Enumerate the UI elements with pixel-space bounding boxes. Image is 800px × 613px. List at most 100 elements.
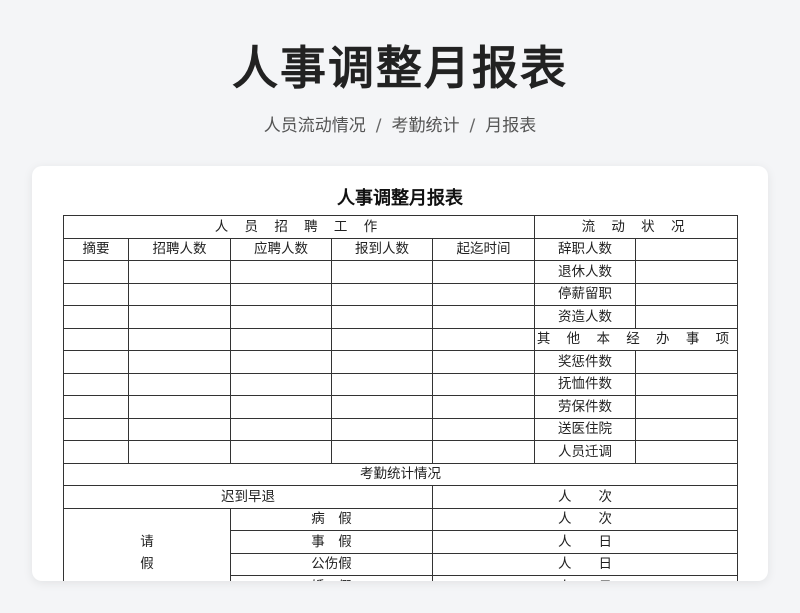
leave-label-char: 请 (140, 534, 154, 550)
table-row: 劳保件数 (63, 395, 739, 419)
table-cell[interactable] (63, 305, 129, 329)
table-cell[interactable] (331, 327, 433, 351)
table-cell[interactable] (635, 417, 739, 441)
table-cell[interactable] (128, 327, 231, 351)
table-cell[interactable] (63, 260, 129, 284)
table-cell[interactable] (431, 395, 536, 419)
flow-header: 流 动 状 况 (534, 215, 739, 239)
table-cell[interactable] (230, 327, 332, 351)
table-cell[interactable] (635, 395, 739, 419)
table-row: 送医住院 (63, 417, 739, 441)
table-cell[interactable] (331, 440, 433, 464)
table-cell[interactable] (230, 282, 332, 306)
leave-type: 公伤假 (230, 552, 433, 576)
table-cell[interactable] (63, 282, 129, 306)
table-row: 抚恤件数 (63, 372, 739, 396)
table-cell[interactable] (635, 260, 739, 284)
table-cell[interactable] (128, 440, 231, 464)
breadcrumb: 人员流动情况 / 考勤统计 / 月报表 (0, 114, 800, 138)
table-cell[interactable] (63, 350, 129, 374)
table-row: 停薪留职 (63, 282, 739, 306)
table-cell[interactable] (635, 350, 739, 374)
other-item-label: 劳保件数 (534, 395, 637, 419)
table-cell[interactable] (128, 417, 231, 441)
table-cell[interactable] (331, 305, 433, 329)
table-cell[interactable] (635, 282, 739, 306)
table-cell[interactable] (331, 260, 433, 284)
other-header: 其 他 本 经 办 事 项 (534, 327, 739, 351)
table-row: 请 假 病 假 人 次 (63, 507, 739, 581)
table-cell[interactable] (635, 305, 739, 329)
report-table: 人 员 招 聘 工 作 流 动 状 况 摘要 招聘人数 应聘人数 报到人数 起迄… (62, 215, 739, 581)
other-item-label: 人员迁调 (534, 440, 637, 464)
table-cell[interactable] (128, 395, 231, 419)
table-cell[interactable] (63, 372, 129, 396)
table-cell[interactable] (128, 350, 231, 374)
leave-label: 请 假 (63, 507, 231, 581)
table-cell[interactable] (331, 372, 433, 396)
breadcrumb-separator: / (469, 116, 476, 136)
table-cell[interactable] (230, 305, 332, 329)
table-cell[interactable] (635, 440, 739, 464)
table-row: 奖惩件数 (63, 350, 739, 374)
page-title: 人事调整月报表 (232, 41, 568, 95)
table-cell[interactable] (431, 372, 536, 396)
table-cell[interactable] (431, 440, 536, 464)
flow-item-label: 辞职人数 (534, 237, 637, 261)
other-item-label: 送医住院 (534, 417, 637, 441)
flow-item-label: 停薪留职 (534, 282, 637, 306)
column-header: 招聘人数 (128, 237, 231, 261)
flow-item-label: 资造人数 (534, 305, 637, 329)
breadcrumb-separator: / (375, 116, 382, 136)
table-cell[interactable] (63, 440, 129, 464)
table-cell[interactable] (230, 417, 332, 441)
flow-item-label: 退休人数 (534, 260, 637, 284)
sheet-title: 人事调整月报表 (337, 188, 463, 209)
table-row: 摘要 招聘人数 应聘人数 报到人数 起迄时间 辞职人数 (63, 237, 739, 261)
table-cell[interactable] (230, 440, 332, 464)
table-cell[interactable] (431, 350, 536, 374)
leave-unit: 人 次 (431, 507, 739, 531)
breadcrumb-item-flow[interactable]: 人员流动情况 (264, 116, 366, 136)
table-cell[interactable] (635, 237, 739, 261)
attendance-header: 考勤统计情况 (62, 462, 739, 486)
table-cell[interactable] (635, 372, 739, 396)
leave-type: 病 假 (230, 507, 433, 531)
breadcrumb-item-monthly[interactable]: 月报表 (485, 116, 536, 136)
breadcrumb-item-attendance[interactable]: 考勤统计 (392, 116, 460, 136)
table-cell[interactable] (431, 305, 536, 329)
table-row: 人 员 招 聘 工 作 流 动 状 况 (62, 215, 739, 239)
column-header: 报到人数 (331, 237, 433, 261)
report-card: 人事调整月报表 人 员 招 聘 工 作 流 动 状 况 摘要 招聘人数 应聘人数… (32, 166, 768, 581)
table-cell[interactable] (63, 395, 129, 419)
table-cell[interactable] (63, 417, 129, 441)
other-item-label: 抚恤件数 (534, 372, 637, 396)
table-row: 考勤统计情况 (62, 462, 739, 486)
leave-type: 婚 假 (230, 575, 433, 581)
table-cell[interactable] (230, 260, 332, 284)
table-cell[interactable] (63, 327, 129, 351)
table-cell[interactable] (431, 282, 536, 306)
table-cell[interactable] (431, 260, 536, 284)
table-cell[interactable] (331, 350, 433, 374)
table-row: 资造人数 (63, 305, 739, 329)
table-cell[interactable] (128, 372, 231, 396)
late-unit: 人 次 (431, 485, 739, 509)
table-cell[interactable] (128, 260, 231, 284)
table-cell[interactable] (431, 327, 536, 351)
leave-label-char: 假 (140, 556, 154, 572)
table-cell[interactable] (230, 372, 332, 396)
late-label: 迟到早退 (63, 485, 433, 509)
table-cell[interactable] (230, 350, 332, 374)
table-row: 退休人数 (63, 260, 739, 284)
leave-unit: 人 日 (431, 575, 739, 581)
table-cell[interactable] (128, 305, 231, 329)
table-cell[interactable] (331, 395, 433, 419)
table-cell[interactable] (431, 417, 536, 441)
column-header: 应聘人数 (230, 237, 332, 261)
table-cell[interactable] (331, 282, 433, 306)
table-cell[interactable] (230, 395, 332, 419)
leave-type: 事 假 (230, 530, 433, 554)
table-cell[interactable] (331, 417, 433, 441)
table-cell[interactable] (128, 282, 231, 306)
